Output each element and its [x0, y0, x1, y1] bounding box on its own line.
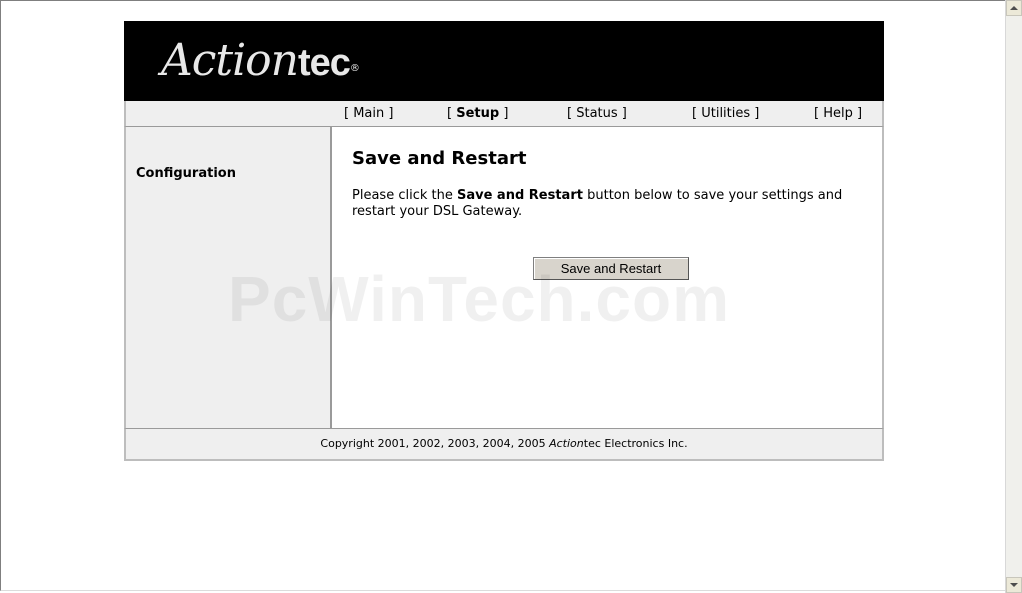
nav-bracket-open: [: [814, 106, 820, 121]
registered-mark: ®: [349, 63, 360, 74]
nav-bracket-close: ]: [754, 106, 760, 121]
header-banner: Actiontec®: [124, 21, 884, 101]
page-title: Save and Restart: [352, 148, 527, 169]
nav-bracket-open: [: [567, 106, 573, 121]
arrow-up-icon: [1010, 6, 1018, 10]
nav-label: Setup: [456, 106, 500, 121]
nav-bracket-open: [: [344, 106, 350, 121]
nav-bracket-open: [: [692, 106, 698, 121]
scroll-up-button[interactable]: [1006, 0, 1022, 16]
nav-label: Main: [353, 106, 385, 121]
nav-bracket-close: ]: [503, 106, 509, 121]
main-content: Save and Restart Please click the Save a…: [332, 127, 884, 428]
router-page: Actiontec® [ Main ] [ Setup ] [ Status ]…: [124, 21, 884, 461]
copyright-text: Copyright 2001, 2002, 2003, 2004, 2005: [320, 437, 550, 450]
instructions-bold: Save and Restart: [456, 188, 583, 203]
copyright-brand-italic: Action: [549, 437, 584, 450]
nav-utilities[interactable]: [ Utilities ]: [692, 106, 759, 121]
copyright-brand-rest: tec Electronics Inc.: [583, 437, 688, 450]
logo-tec-text: tec: [298, 42, 351, 84]
instructions-prefix: Please click the: [352, 188, 457, 203]
nav-label: Status: [576, 106, 618, 121]
save-and-restart-button[interactable]: Save and Restart: [533, 257, 689, 280]
nav-bracket-close: ]: [857, 106, 863, 121]
nav-bracket-close: ]: [388, 106, 394, 121]
nav-status[interactable]: [ Status ]: [567, 106, 627, 121]
nav-label: Utilities: [701, 106, 751, 121]
nav-main[interactable]: [ Main ]: [344, 106, 393, 121]
scroll-down-button[interactable]: [1006, 577, 1022, 593]
sidebar-item-configuration[interactable]: Configuration: [136, 166, 236, 181]
nav-bracket-close: ]: [621, 106, 627, 121]
instructions-text: Please click the Save and Restart button…: [352, 188, 867, 220]
actiontec-logo: Actiontec®: [161, 35, 360, 89]
top-nav: [ Main ] [ Setup ] [ Status ] [ Utilitie…: [124, 101, 884, 127]
vertical-scrollbar[interactable]: [1005, 0, 1022, 593]
nav-label: Help: [823, 106, 853, 121]
sidebar: Configuration: [124, 127, 332, 428]
nav-setup[interactable]: [ Setup ]: [447, 106, 508, 121]
nav-help[interactable]: [ Help ]: [814, 106, 862, 121]
arrow-down-icon: [1010, 583, 1018, 587]
footer-copyright: Copyright 2001, 2002, 2003, 2004, 2005 A…: [124, 428, 884, 461]
logo-script-text: Action: [161, 35, 299, 86]
nav-bracket-open: [: [447, 106, 453, 121]
